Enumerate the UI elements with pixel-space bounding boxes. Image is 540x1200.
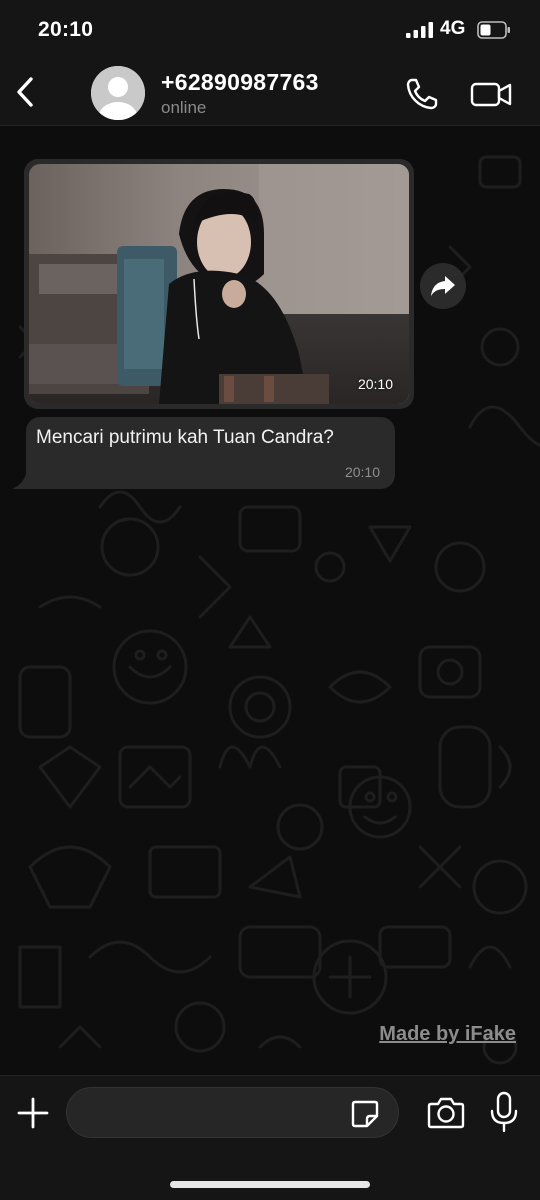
battery-icon bbox=[477, 21, 510, 39]
message-timestamp: 20:10 bbox=[344, 464, 380, 480]
watermark-link[interactable]: Made by iFake bbox=[379, 1023, 516, 1046]
plus-icon[interactable] bbox=[14, 1094, 52, 1132]
chat-area[interactable]: 20:10 Mencari putrimu kah Tuan Candra? 2… bbox=[0, 127, 540, 1075]
default-avatar-icon bbox=[91, 66, 145, 120]
forward-arrow-icon bbox=[431, 276, 455, 296]
microphone-icon[interactable] bbox=[488, 1091, 520, 1133]
photo-message[interactable]: 20:10 bbox=[24, 159, 414, 409]
signal-bars-icon bbox=[406, 22, 433, 38]
avatar[interactable] bbox=[91, 66, 145, 120]
contact-status: online bbox=[161, 98, 207, 117]
text-message[interactable]: Mencari putrimu kah Tuan Candra? 20:10 bbox=[26, 417, 395, 489]
photo-timestamp: 20:10 bbox=[357, 376, 393, 392]
sticker-icon[interactable] bbox=[350, 1099, 380, 1129]
network-type: 4G bbox=[440, 18, 466, 39]
contact-name[interactable]: +62890987763 bbox=[161, 69, 319, 96]
phone-icon[interactable] bbox=[404, 76, 440, 112]
status-time: 20:10 bbox=[38, 18, 94, 41]
camera-icon[interactable] bbox=[426, 1094, 466, 1132]
home-indicator[interactable] bbox=[170, 1181, 370, 1188]
photo[interactable]: 20:10 bbox=[29, 164, 409, 404]
status-bar: 20:10 4G bbox=[0, 0, 540, 60]
forward-button[interactable] bbox=[420, 263, 466, 309]
video-camera-icon[interactable] bbox=[469, 76, 513, 112]
photo-image bbox=[29, 164, 409, 404]
message-text: Mencari putrimu kah Tuan Candra? bbox=[36, 427, 334, 448]
back-button[interactable] bbox=[10, 74, 40, 110]
chat-header: +62890987763 online bbox=[0, 60, 540, 126]
input-bar bbox=[0, 1075, 540, 1200]
back-chevron-icon bbox=[17, 77, 33, 107]
